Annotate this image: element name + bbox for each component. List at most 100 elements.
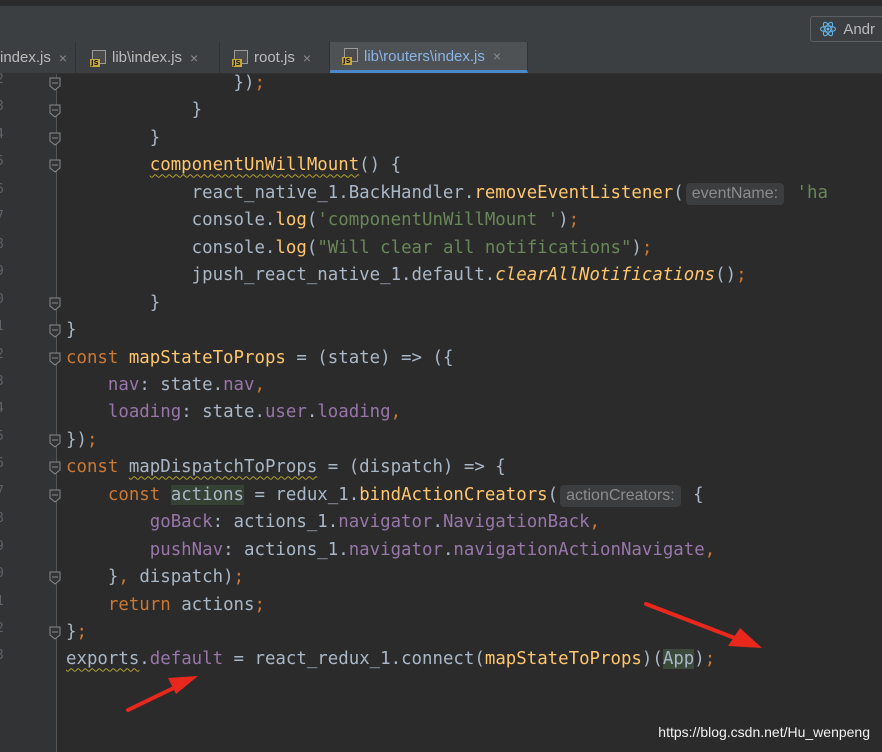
code-token: = react_redux_1.connect( [223, 649, 485, 670]
code-token: } [107, 567, 119, 588]
react-icon [820, 21, 837, 37]
code-token: log [275, 237, 307, 258]
close-icon[interactable]: × [303, 50, 311, 66]
code-line[interactable]: const actions = redux_1.bindActionCreato… [66, 482, 704, 509]
code-token: mapStateToProps [484, 649, 642, 670]
code-line[interactable]: } [66, 125, 160, 152]
code-token: navigator [338, 512, 433, 533]
code-line[interactable]: nav: state.nav, [66, 372, 265, 399]
code-token: ; [86, 429, 98, 450]
code-token: } [66, 622, 77, 642]
code-token: } [66, 320, 77, 341]
code-line[interactable]: exports.default = react_redux_1.connect(… [66, 646, 715, 673]
run-configuration-selector[interactable]: Andr [810, 16, 882, 42]
code-line[interactable]: jpush_react_native_1.default.clearAllNot… [66, 262, 747, 289]
parameter-hint: eventName: [685, 182, 785, 205]
code-line[interactable]: const mapDispatchToProps = (dispatch) =>… [66, 454, 506, 481]
code-token: nav [223, 374, 255, 395]
code-token: , [254, 374, 265, 395]
code-token: ) [558, 210, 569, 231]
code-token: , [390, 402, 402, 423]
code-token: goBack [149, 512, 213, 533]
code-token: : actions_1. [223, 539, 349, 560]
js-file-icon: JS [342, 48, 358, 65]
code-token: }) [233, 73, 255, 93]
code-token: { [682, 484, 704, 505]
code-token: const [66, 457, 129, 478]
code-token: . [432, 512, 443, 533]
tab-root-js[interactable]: JS root.js × [220, 42, 330, 73]
watermark: https://blog.csdn.net/Hu_wenpeng [658, 724, 870, 740]
code-line[interactable]: }); [66, 70, 265, 97]
code-line[interactable]: }, dispatch); [66, 564, 244, 591]
code-token: = redux_1. [244, 484, 360, 505]
code-token: : actions_1. [212, 512, 339, 533]
code-token: ; [233, 567, 245, 588]
tab-label: index.js [0, 49, 51, 66]
code-token: navigationActionNavigate [453, 539, 705, 560]
code-line[interactable]: return actions; [66, 592, 265, 619]
close-icon[interactable]: × [190, 50, 198, 66]
code-token: . [306, 402, 318, 423]
code-token: actions [181, 594, 255, 615]
code-token: ( [547, 484, 559, 505]
code-line[interactable]: loading: state.user.loading, [66, 399, 401, 426]
code-token: const [66, 347, 129, 368]
code-line[interactable]: }); [66, 427, 97, 454]
code-line[interactable]: } [66, 97, 202, 124]
tab-label: root.js [254, 49, 295, 66]
code-token: . [442, 539, 454, 560]
tab-lib-routers-index-js[interactable]: JS lib\routers\index.js × [330, 42, 528, 73]
code-line[interactable]: } [66, 317, 76, 344]
code-token: ; [254, 594, 265, 615]
code-token: )( [641, 649, 663, 670]
close-icon[interactable]: × [493, 48, 501, 64]
code-line[interactable]: goBack: actions_1.navigator.NavigationBa… [66, 509, 600, 536]
code-token: console. [191, 210, 276, 231]
code-token: NavigationBack [442, 512, 590, 533]
code-token: 'ha [786, 182, 828, 203]
tab-label: lib\index.js [112, 49, 183, 66]
code-line[interactable]: }; [66, 619, 87, 646]
code-token: bindActionCreators [359, 484, 548, 505]
code-token: nav [107, 374, 140, 395]
code-line[interactable]: pushNav: actions_1.navigator.navigationA… [66, 537, 715, 564]
code-line[interactable]: console.log('componentUnWillMount '); [66, 207, 579, 234]
code-token: () { [359, 155, 402, 176]
tab-index-js[interactable]: index.js × [0, 42, 76, 73]
code-token: jpush_react_native_1.default. [191, 265, 496, 286]
code-editor[interactable]: }); } } componentUnWillMount() { react_n… [0, 73, 882, 694]
code-line[interactable]: console.log("Will clear all notification… [66, 235, 653, 262]
code-token: . [139, 649, 150, 670]
close-icon[interactable]: × [59, 50, 67, 66]
code-token: react_native_1.BackHandler. [191, 182, 475, 203]
code-token: () [715, 265, 737, 286]
code-token: ; [76, 622, 87, 642]
top-toolbar: Andr [0, 0, 882, 42]
code-token: exports [66, 649, 140, 670]
code-line[interactable]: componentUnWillMount() { [66, 152, 401, 179]
code-token: , [704, 539, 716, 560]
code-token: removeEventListener [474, 182, 674, 203]
code-token: , [589, 512, 601, 533]
code-token: ( [306, 210, 318, 231]
code-token: ; [254, 73, 265, 93]
code-token: loading [317, 402, 391, 423]
code-line[interactable]: react_native_1.BackHandler.removeEventLi… [66, 180, 828, 207]
code-token: default [149, 649, 224, 670]
code-line[interactable]: } [66, 290, 160, 317]
tab-lib-index-js[interactable]: JS lib\index.js × [78, 42, 220, 73]
code-line[interactable]: const mapStateToProps = (state) => ({ [66, 345, 453, 372]
code-token: user [264, 402, 307, 423]
code-token: = (state) => ({ [285, 347, 454, 368]
code-token: 'componentUnWillMount ' [317, 210, 559, 231]
